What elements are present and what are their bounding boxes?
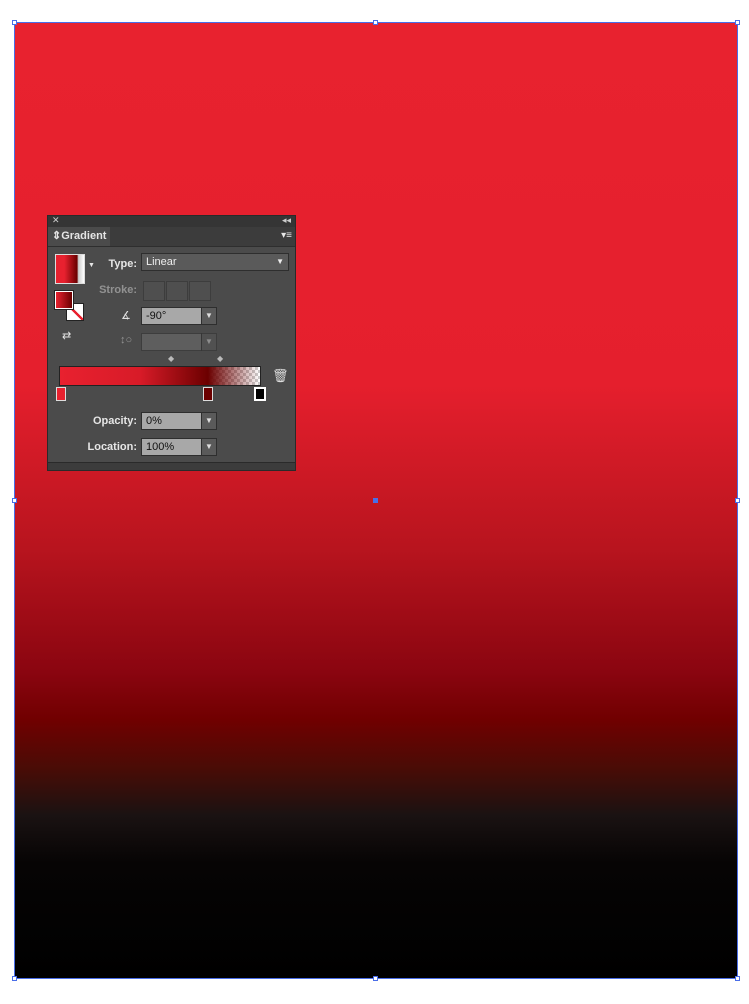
gradient-stop-selected[interactable] xyxy=(254,387,266,401)
gradient-stop[interactable] xyxy=(56,387,66,401)
location-dropdown[interactable]: ▼ xyxy=(201,438,217,456)
collapse-icon[interactable]: ◂◂ xyxy=(282,215,291,226)
chevron-down-icon: ▼ xyxy=(276,257,284,266)
reverse-gradient-icon[interactable]: ⇄ xyxy=(62,329,71,342)
selection-handle[interactable] xyxy=(373,20,378,25)
type-select[interactable]: Linear ▼ xyxy=(141,253,289,271)
selection-handle[interactable] xyxy=(12,20,17,25)
stroke-along-button[interactable] xyxy=(166,281,188,301)
gradient-stop[interactable] xyxy=(203,387,213,401)
angle-input[interactable]: -90° xyxy=(141,307,202,325)
midpoint-diamond[interactable]: ◆ xyxy=(217,354,223,363)
selection-handle[interactable] xyxy=(12,976,17,981)
gradient-slider[interactable] xyxy=(59,366,261,386)
selection-handle[interactable] xyxy=(735,498,740,503)
fill-swatch[interactable] xyxy=(54,290,74,310)
selection-handle[interactable] xyxy=(373,976,378,981)
selection-handle[interactable] xyxy=(12,498,17,503)
resize-bar[interactable] xyxy=(48,462,295,470)
location-input[interactable]: 100% xyxy=(141,438,202,456)
close-icon[interactable]: ✕ xyxy=(52,215,60,226)
panel-menu-icon[interactable]: ▾≡ xyxy=(281,230,292,241)
tab-gradient[interactable]: ⇕Gradient xyxy=(48,227,110,246)
gradient-panel: ✕ ◂◂ ⇕Gradient ▾≡ ▼ ⇄ Type: Linear ▼ Stro… xyxy=(47,215,296,471)
aspect-ratio-dropdown[interactable]: ▼ xyxy=(201,333,217,351)
selection-center xyxy=(373,498,378,503)
stroke-across-button[interactable] xyxy=(189,281,211,301)
angle-dropdown[interactable]: ▼ xyxy=(201,307,217,325)
opacity-dropdown[interactable]: ▼ xyxy=(201,412,217,430)
aspect-ratio-icon: ↕○ xyxy=(120,334,133,346)
selection-handle[interactable] xyxy=(735,20,740,25)
expand-icon: ⇕ xyxy=(52,230,62,242)
midpoint-diamond[interactable]: ◆ xyxy=(168,354,174,363)
stroke-within-button[interactable] xyxy=(143,281,165,301)
angle-icon: ∡ xyxy=(121,310,131,322)
selection-handle[interactable] xyxy=(735,976,740,981)
aspect-ratio-input[interactable] xyxy=(141,333,202,351)
trash-icon[interactable]: 🗑 xyxy=(272,368,289,384)
opacity-input[interactable]: 0% xyxy=(141,412,202,430)
